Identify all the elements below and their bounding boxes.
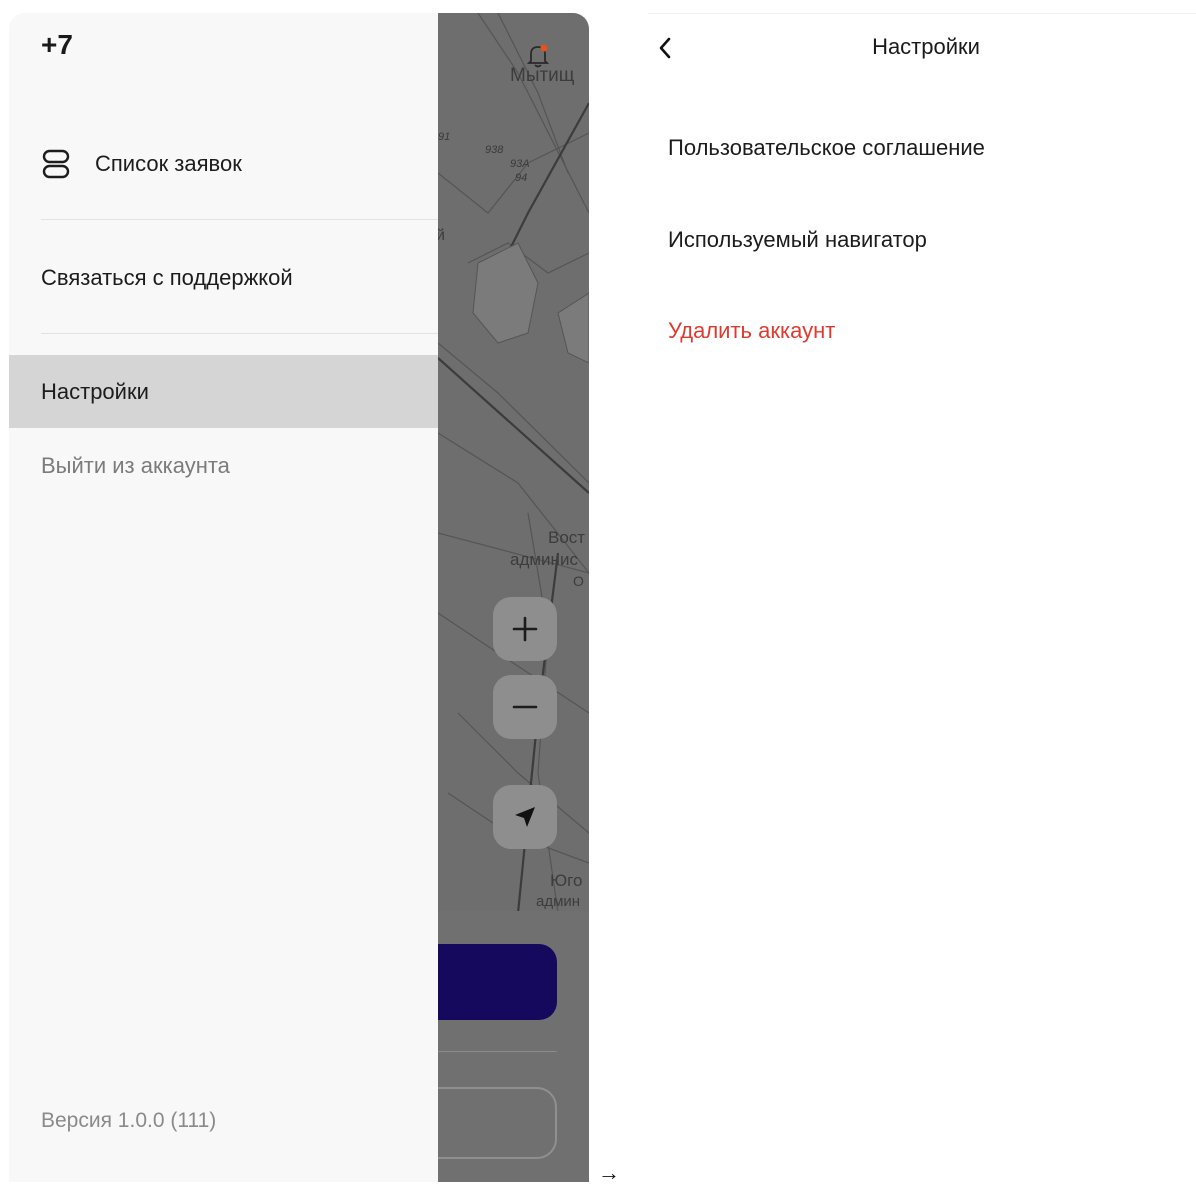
my-location-button[interactable] <box>493 785 557 849</box>
list-icon <box>42 149 70 179</box>
notification-bell-icon[interactable] <box>526 43 550 69</box>
left-phone-screen: Мытищ 91 938 93А 94 й Вост админис О Юго… <box>9 13 589 1182</box>
drawer-item-logout[interactable]: Выйти из аккаунта <box>9 435 438 497</box>
transition-arrow: → <box>598 1160 620 1185</box>
drawer-item-label: Список заявок <box>95 151 242 176</box>
map-label-fragment: й <box>438 227 445 244</box>
drawer-item-label: Настройки <box>41 378 149 404</box>
zoom-out-button[interactable] <box>493 675 557 739</box>
map-route-number: 91 <box>438 131 451 143</box>
drawer-item-label: Связаться с поддержкой <box>41 265 293 290</box>
map-label-district: О <box>573 573 584 589</box>
navigation-drawer: +7 Список заявок Связаться с поддержкой … <box>9 13 438 1182</box>
map-label-district: админ <box>536 893 581 910</box>
user-phone: +7 <box>41 29 73 60</box>
drawer-divider <box>41 219 438 220</box>
map-label-district: Юго <box>550 871 583 890</box>
map-label-district: Вост <box>548 528 586 547</box>
page-title: Настройки <box>872 34 980 59</box>
map-label-district: админис <box>510 550 578 569</box>
settings-item-user-agreement[interactable]: Пользовательское соглашение <box>668 135 985 161</box>
map-route-number: 94 <box>515 172 528 184</box>
secondary-action-button[interactable] <box>438 1087 557 1159</box>
drawer-item-requests-list[interactable]: Список заявок <box>9 133 438 195</box>
drawer-item-settings[interactable]: Настройки <box>9 355 438 428</box>
minus-icon <box>512 705 538 709</box>
map-route-number: 93А <box>510 158 530 170</box>
bottom-sheet <box>438 911 589 1182</box>
map-view[interactable]: Мытищ 91 938 93А 94 й Вост админис О Юго… <box>438 13 589 1182</box>
plus-icon <box>512 616 538 642</box>
map-roads <box>438 13 589 913</box>
navigation-arrow-icon <box>515 807 535 827</box>
notification-dot <box>540 44 548 52</box>
settings-item-delete-account[interactable]: Удалить аккаунт <box>668 318 835 344</box>
settings-item-navigator[interactable]: Используемый навигатор <box>668 227 927 253</box>
right-phone-screen: Настройки Пользовательское соглашение Ис… <box>648 13 1196 1182</box>
sheet-divider <box>438 1051 557 1052</box>
drawer-divider <box>41 333 438 334</box>
app-version: Версия 1.0.0 (111) <box>41 1109 217 1132</box>
primary-action-button[interactable] <box>438 944 557 1020</box>
drawer-item-label: Выйти из аккаунта <box>41 453 230 478</box>
map-route-number: 938 <box>485 144 504 156</box>
drawer-item-support[interactable]: Связаться с поддержкой <box>9 247 438 309</box>
zoom-in-button[interactable] <box>493 597 557 661</box>
